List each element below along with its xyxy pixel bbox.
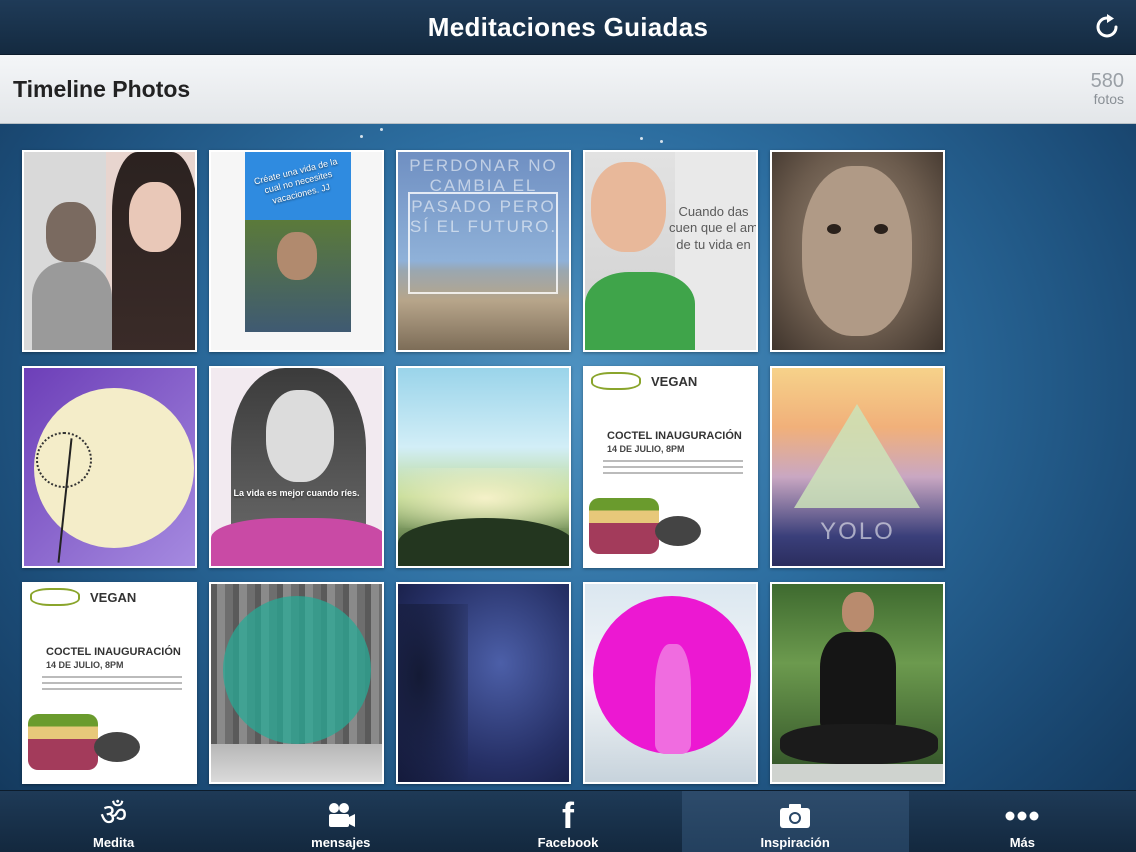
event-description-lines [603,460,743,478]
refresh-icon [1096,14,1118,38]
event-date: 14 DE JULIO, 8PM [607,444,685,454]
sparkle-decoration [660,140,663,143]
nav-item-inspiracion[interactable]: Inspiración [681,791,909,852]
facebook-icon: f [561,795,574,836]
photo-caption: La vida es mejor cuando ríes. [233,488,360,498]
event-title: COCTEL INAUGURACIÓN [607,430,742,442]
vegan-logo: VEGAN [651,374,698,389]
photo-count-unit: fotos [1093,91,1124,108]
photo-thumbnail[interactable]: VEGAN COCTEL INAUGURACIÓN 14 DE JULIO, 8… [583,366,758,568]
nav-item-facebook[interactable]: f Facebook [454,791,681,852]
event-title: COCTEL INAUGURACIÓN [46,646,181,658]
nav-item-mensajes[interactable]: mensajes [227,791,454,852]
photo-caption: Cuando das cuen que el am de tu vida en [669,204,758,252]
album-header: Timeline Photos 580 fotos [0,55,1136,124]
photo-thumbnail[interactable]: YOLO [770,366,945,568]
sparkle-decoration [640,137,643,140]
photo-thumbnail[interactable] [583,582,758,784]
nav-item-medita[interactable]: ॐ Medita [0,791,227,852]
app-title: Meditaciones Guiadas [427,11,709,42]
photo-thumbnail[interactable] [396,366,571,568]
photo-thumbnail[interactable] [22,150,197,352]
photo-grid: Créate una vida de la cual no necesites … [22,150,948,784]
photo-thumbnail[interactable]: VEGAN COCTEL INAUGURACIÓN 14 DE JULIO, 8… [22,582,197,784]
top-bar: Meditaciones Guiadas [0,0,1136,55]
photo-thumbnail[interactable] [770,150,945,352]
photo-count: 580 fotos [1091,71,1124,107]
video-camera-icon [326,797,356,835]
nav-item-mas[interactable]: Más [909,791,1136,852]
event-date: 14 DE JULIO, 8PM [46,660,124,670]
nav-label: Medita [93,835,135,850]
sparkle-decoration [360,135,363,138]
photo-thumbnail[interactable] [770,582,945,784]
nav-label: Inspiración [760,835,830,850]
sparkle-decoration [380,128,383,131]
photo-thumbnail[interactable]: La vida es mejor cuando ríes. [209,366,384,568]
nav-label: Facebook [537,835,599,850]
photo-thumbnail[interactable] [22,366,197,568]
nav-label: Más [1009,835,1035,850]
album-title: Timeline Photos [13,75,191,102]
camera-icon [779,797,811,835]
vegan-logo: VEGAN [90,590,137,605]
photo-thumbnail[interactable] [396,582,571,784]
photo-thumbnail[interactable]: Créate una vida de la cual no necesites … [209,150,384,352]
photo-thumbnail[interactable] [209,582,384,784]
photo-thumbnail[interactable]: Cuando das cuen que el am de tu vida en [583,150,758,352]
bottom-nav: ॐ Medita mensajes f Facebook Inspiración… [0,790,1136,852]
photo-thumbnail[interactable]: PERDONAR NO CAMBIA EL PASADO PERO SÍ EL … [396,150,571,352]
event-description-lines [42,676,182,694]
refresh-button[interactable] [1092,12,1122,42]
photo-overlay-text: YOLO [820,518,895,545]
om-icon: ॐ [99,798,128,833]
photo-count-number: 580 [1090,70,1124,93]
more-dots-icon [1005,797,1039,835]
nav-label: mensajes [311,835,371,850]
